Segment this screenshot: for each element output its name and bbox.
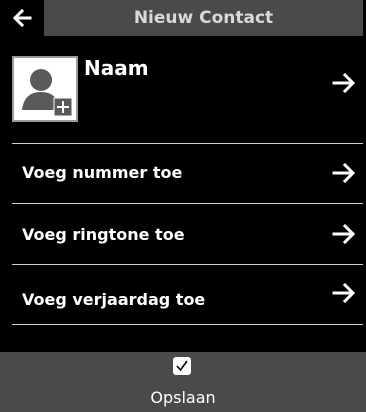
- name-field-label: Naam: [84, 56, 149, 80]
- add-number-label: Voeg nummer toe: [22, 163, 183, 182]
- add-number-row[interactable]: Voeg nummer toe: [0, 143, 366, 203]
- avatar[interactable]: [12, 56, 78, 122]
- name-row[interactable]: Naam: [0, 36, 366, 144]
- title-bar: Nieuw Contact: [44, 0, 363, 36]
- back-button[interactable]: [0, 0, 44, 36]
- checkmark-icon: [173, 357, 191, 375]
- header-bar: Nieuw Contact: [0, 0, 366, 36]
- add-ringtone-row[interactable]: Voeg ringtone toe: [0, 203, 366, 263]
- arrow-right-icon[interactable]: [332, 282, 356, 304]
- save-label: Opslaan: [150, 388, 216, 407]
- page-title: Nieuw Contact: [133, 8, 274, 28]
- divider: [12, 324, 363, 325]
- arrow-right-icon[interactable]: [332, 162, 356, 184]
- person-add-icon: [14, 58, 76, 120]
- arrow-right-icon[interactable]: [332, 72, 356, 94]
- add-ringtone-label: Voeg ringtone toe: [22, 225, 185, 244]
- arrow-right-icon[interactable]: [332, 223, 356, 245]
- add-birthday-row[interactable]: Voeg verjaardag toe: [0, 264, 366, 324]
- save-button[interactable]: Opslaan: [0, 352, 366, 412]
- arrow-left-icon: [12, 8, 32, 28]
- add-birthday-label: Voeg verjaardag toe: [22, 290, 206, 309]
